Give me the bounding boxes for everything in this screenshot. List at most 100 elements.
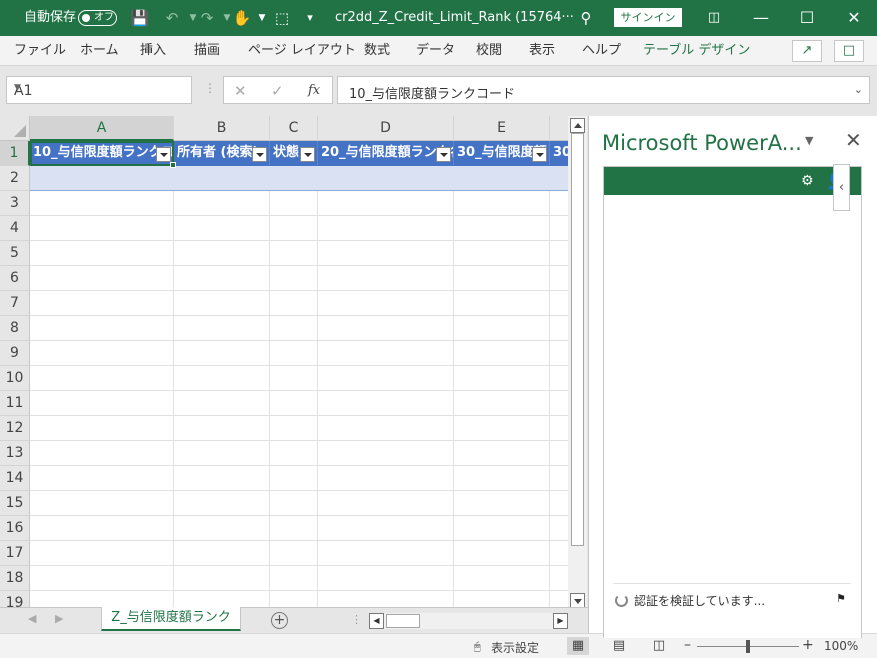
page-layout-view-icon[interactable]: ▤ [608,637,630,655]
column-header-b[interactable]: B [174,116,270,141]
row-header[interactable]: 18 [0,566,30,591]
select-objects-icon[interactable]: ⬚ [272,8,292,28]
column-header-d[interactable]: D [318,116,454,141]
grid-cell[interactable] [30,291,174,316]
row-header[interactable]: 2 [0,166,30,191]
grid-cell[interactable] [270,466,318,491]
grid-cell[interactable] [550,466,568,491]
column-header-a[interactable]: A [30,116,174,141]
grid-cell[interactable] [550,566,568,591]
grid-cell[interactable] [30,391,174,416]
gear-icon[interactable]: ⚙ [801,173,814,189]
grid-cell[interactable] [174,341,270,366]
grid-cell[interactable] [30,366,174,391]
grid-cell[interactable] [550,291,568,316]
grid-cell[interactable] [454,341,550,366]
enter-icon[interactable]: ✓ [271,82,284,100]
grid-cell[interactable] [454,316,550,341]
next-sheet-icon[interactable]: ▶ [55,612,63,625]
table-header-cell[interactable]: 状態 [270,141,318,166]
maximize-button[interactable]: ☐ [795,6,819,30]
row-header[interactable]: 15 [0,491,30,516]
active-cell-selection[interactable] [30,141,176,168]
grid-cell[interactable] [30,441,174,466]
row-header[interactable]: 3 [0,191,30,216]
row-header[interactable]: 5 [0,241,30,266]
grid-cell[interactable] [174,191,270,216]
grid-cell[interactable] [174,591,270,607]
grid-cell[interactable] [174,391,270,416]
grid-cell[interactable] [318,316,454,341]
scroll-right-button[interactable]: ▶ [553,613,568,629]
name-box-dropdown-icon[interactable]: ▼ [14,83,185,93]
row-header[interactable]: 14 [0,466,30,491]
sheet-tab-active[interactable]: Z_与信限度額ランク [101,607,241,631]
grid-cell[interactable] [318,216,454,241]
grid-cell[interactable] [270,416,318,441]
tab-view[interactable]: 表示 [529,43,555,59]
grid-cell[interactable] [30,591,174,607]
grid-cell[interactable] [270,366,318,391]
prev-sheet-icon[interactable]: ◀ [28,612,36,625]
grid-cell[interactable] [318,241,454,266]
grid-cell[interactable] [550,341,568,366]
grid-cell[interactable] [270,516,318,541]
grid-cell[interactable] [270,391,318,416]
grid-cell[interactable] [454,391,550,416]
grid-cell[interactable] [174,441,270,466]
grid-cell[interactable] [270,241,318,266]
grid-cell[interactable] [550,491,568,516]
cancel-icon[interactable]: ✕ [234,82,247,100]
tab-file[interactable]: ファイル [14,43,66,59]
grid-cell[interactable] [454,291,550,316]
normal-view-icon[interactable]: ▦ [567,637,589,655]
collapse-pane-icon[interactable]: ‹ [833,164,850,211]
row-header[interactable]: 6 [0,266,30,291]
grid-cell[interactable] [550,591,568,607]
grid-cell[interactable] [318,491,454,516]
grid-cell[interactable] [270,441,318,466]
row-header[interactable]: 4 [0,216,30,241]
table-header-cell[interactable]: 所有者 (検索) [174,141,270,166]
tab-page-layout[interactable]: ページ レイアウト [248,43,356,59]
grid-cell[interactable] [270,191,318,216]
grid-cell[interactable] [30,516,174,541]
grid-cell[interactable] [174,316,270,341]
grid-cell[interactable] [454,266,550,291]
column-header-e[interactable]: E [454,116,550,141]
grid-cell[interactable] [454,591,550,607]
grid-cell[interactable] [270,291,318,316]
row-header[interactable]: 12 [0,416,30,441]
scroll-down-button[interactable] [570,593,585,608]
vertical-scroll-thumb[interactable] [571,133,584,546]
grid-cell[interactable] [174,541,270,566]
table-header-cell[interactable]: 30_与信限度額 [454,141,550,166]
grid-cell[interactable] [318,291,454,316]
row-header[interactable]: 17 [0,541,30,566]
grid-cell[interactable] [550,416,568,441]
grid-cell[interactable] [270,316,318,341]
table-data-row[interactable] [30,166,568,191]
row-header[interactable]: 7 [0,291,30,316]
zoom-out-button[interactable]: – [684,637,691,653]
touch-dropdown-icon[interactable]: ▼ [252,8,272,28]
autosave-toggle[interactable]: オフ [78,10,117,26]
grid-cell[interactable] [174,266,270,291]
filter-dropdown-icon[interactable] [436,147,451,162]
grid-cell[interactable] [270,541,318,566]
grid-cell[interactable] [454,441,550,466]
row-header[interactable]: 10 [0,366,30,391]
grid-cell[interactable] [318,516,454,541]
grid-cell[interactable] [174,491,270,516]
grid-cell[interactable] [454,541,550,566]
grid-cell[interactable] [174,416,270,441]
grid-cell[interactable] [174,241,270,266]
grid-cell[interactable] [550,391,568,416]
grid-cell[interactable] [30,241,174,266]
horizontal-scroll-thumb[interactable] [386,614,420,628]
grid-cell[interactable] [318,466,454,491]
grid-cell[interactable] [270,491,318,516]
fill-handle[interactable] [170,162,176,168]
grid-cell[interactable] [270,566,318,591]
grid-cell[interactable] [174,216,270,241]
